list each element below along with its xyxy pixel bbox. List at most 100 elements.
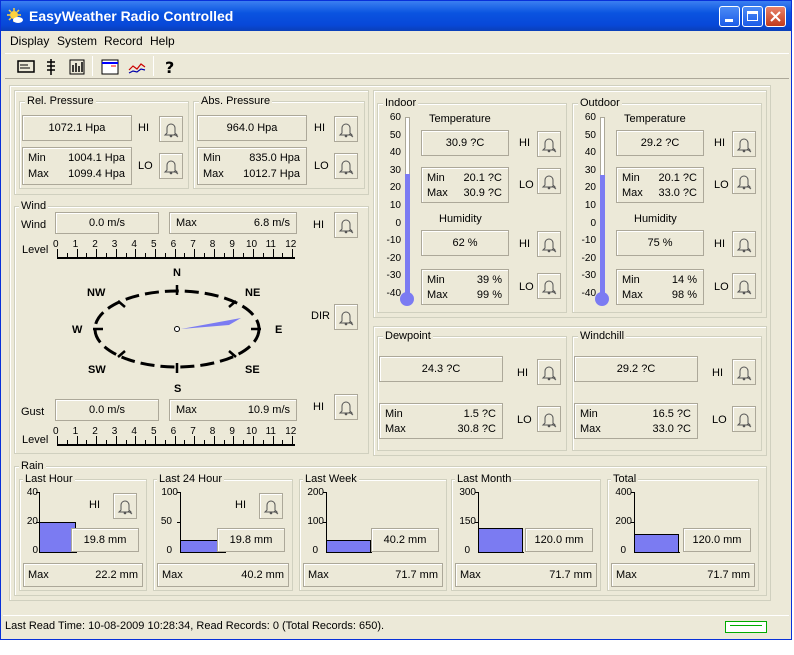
- level-tick: [115, 436, 117, 444]
- level-tick: [213, 249, 215, 257]
- hi-label: HI: [89, 499, 100, 511]
- maximize-button[interactable]: [742, 6, 763, 27]
- outdoor-hum-lo-alarm-button[interactable]: [732, 273, 756, 299]
- rel-lo-alarm-button[interactable]: [159, 153, 183, 179]
- rel-max-value: 1099.4 Hpa: [68, 168, 125, 180]
- rel-pressure-minmax: Min 1004.1 Hpa Max 1099.4 Hpa: [22, 147, 132, 185]
- rain-axis-tick: [475, 522, 478, 523]
- wind-level-scale: 0 1 2 3 4 5 6 7 8 9 10 11 12: [53, 239, 303, 263]
- windchill-hi-alarm-button[interactable]: [732, 359, 756, 385]
- rain-panel-legend: Last Week: [303, 473, 359, 485]
- level-tick-label: 8: [209, 239, 216, 250]
- max-label: Max: [28, 569, 49, 581]
- level-tick-label: 4: [131, 239, 137, 250]
- bell-icon: [541, 138, 557, 153]
- level-tick: [213, 436, 215, 444]
- menu-help[interactable]: Help: [150, 34, 175, 48]
- hi-label: HI: [519, 238, 530, 250]
- level-tick: [57, 249, 58, 257]
- thermo-scale-label: -20: [386, 252, 401, 264]
- level-minor-tick: [86, 253, 88, 257]
- rain-hi-alarm-button[interactable]: [113, 493, 137, 519]
- calendar-icon[interactable]: [99, 56, 121, 78]
- abs-lo-alarm-button[interactable]: [334, 153, 358, 179]
- dewpoint-min-value: 1.5 ?C: [463, 408, 496, 420]
- svg-text:?: ?: [165, 58, 174, 77]
- display-icon[interactable]: [15, 56, 37, 78]
- menu-record[interactable]: Record: [104, 34, 143, 48]
- dewpoint-hi-alarm-button[interactable]: [537, 359, 561, 385]
- rain-max-box: Max 71.7 mm: [611, 563, 755, 587]
- menu-system[interactable]: System: [57, 34, 97, 48]
- windchill-value: 29.2 ?C: [574, 356, 698, 382]
- rain-max-value: 40.2 mm: [241, 569, 284, 581]
- outdoor-temp-minmax: Min 20.1 ?C Max 33.0 ?C: [616, 167, 704, 203]
- setup-icon[interactable]: [40, 56, 62, 78]
- abs-hi-alarm-button[interactable]: [334, 116, 358, 142]
- gust-hi-alarm-button[interactable]: [334, 394, 358, 420]
- level-tick-label: 2: [92, 239, 98, 250]
- indoor-hum-max-value: 99 %: [476, 289, 502, 301]
- thermo-scale-label: 10: [584, 200, 596, 211]
- minimize-button[interactable]: [719, 6, 740, 27]
- windchill-lo-alarm-button[interactable]: [732, 406, 756, 432]
- bell-icon: [736, 366, 752, 381]
- windchill-legend: Windchill: [578, 330, 627, 342]
- dewpoint-value: 24.3 ?C: [379, 356, 503, 382]
- rain-value: 19.8 mm: [71, 528, 139, 552]
- bell-icon: [736, 238, 752, 253]
- level-tick-label: 7: [190, 239, 196, 250]
- indoor-hum-hi-alarm-button[interactable]: [537, 231, 561, 257]
- status-bar-text: Last Read Time: 10-08-2009 10:28:34, Rea…: [5, 620, 385, 632]
- outdoor-temp-lo-alarm-button[interactable]: [732, 168, 756, 194]
- level-tick-label: 10: [246, 426, 258, 437]
- dir-alarm-button[interactable]: [334, 304, 358, 330]
- outdoor-humidity-value: 75 %: [616, 230, 704, 256]
- thermo-scale-label: -30: [386, 270, 401, 282]
- level-tick: [272, 436, 274, 444]
- level-minor-tick: [145, 253, 147, 257]
- compass-se: SE: [245, 364, 260, 376]
- indoor-temp-hi-alarm-button[interactable]: [537, 131, 561, 157]
- rain-scale-label: 150: [459, 516, 476, 527]
- indoor-humidity-value: 62 %: [421, 230, 509, 256]
- wind-hi-alarm-button[interactable]: [334, 212, 358, 238]
- graph-icon[interactable]: [126, 56, 148, 78]
- level-tick: [194, 249, 196, 257]
- hi-label: HI: [314, 122, 325, 134]
- level-tick: [292, 436, 294, 444]
- close-button[interactable]: [765, 6, 786, 27]
- hi-label: HI: [714, 238, 725, 250]
- rain-panel-legend: Total: [611, 473, 639, 485]
- indoor-temp-minmax: Min 20.1 ?C Max 30.9 ?C: [421, 167, 509, 203]
- level-tick-label: 11: [265, 239, 276, 250]
- rain-baseline: [39, 552, 77, 553]
- menu-display[interactable]: Display: [10, 34, 49, 48]
- level-minor-tick: [262, 253, 264, 257]
- hi-label: HI: [712, 367, 723, 379]
- compass-nw: NW: [87, 287, 106, 299]
- outdoor-hum-hi-alarm-button[interactable]: [732, 231, 756, 257]
- compass-e: E: [275, 324, 283, 336]
- dewpoint-lo-alarm-button[interactable]: [537, 406, 561, 432]
- indoor-temp-lo-alarm-button[interactable]: [537, 168, 561, 194]
- level-minor-tick: [106, 253, 107, 257]
- rain-scale-label: 0: [464, 545, 470, 556]
- rain-hi-alarm-button[interactable]: [259, 493, 283, 519]
- min-label: Min: [385, 408, 403, 420]
- level-tick-label: 6: [170, 426, 177, 437]
- thermo-scale-label: -20: [581, 252, 596, 264]
- level-minor-tick: [145, 440, 147, 444]
- indoor-hum-lo-alarm-button[interactable]: [537, 273, 561, 299]
- history-icon[interactable]: [66, 56, 88, 78]
- rel-hi-alarm-button[interactable]: [159, 116, 183, 142]
- level-minor-tick: [66, 440, 68, 444]
- rain-max-box: Max 71.7 mm: [455, 563, 597, 587]
- outdoor-temp-hi-alarm-button[interactable]: [732, 131, 756, 157]
- help-icon[interactable]: ?: [159, 56, 181, 78]
- max-label: Max: [622, 187, 643, 199]
- level-minor-tick: [282, 440, 284, 444]
- lo-label: LO: [519, 179, 534, 191]
- bell-icon: [736, 138, 752, 153]
- lo-label: LO: [714, 179, 729, 191]
